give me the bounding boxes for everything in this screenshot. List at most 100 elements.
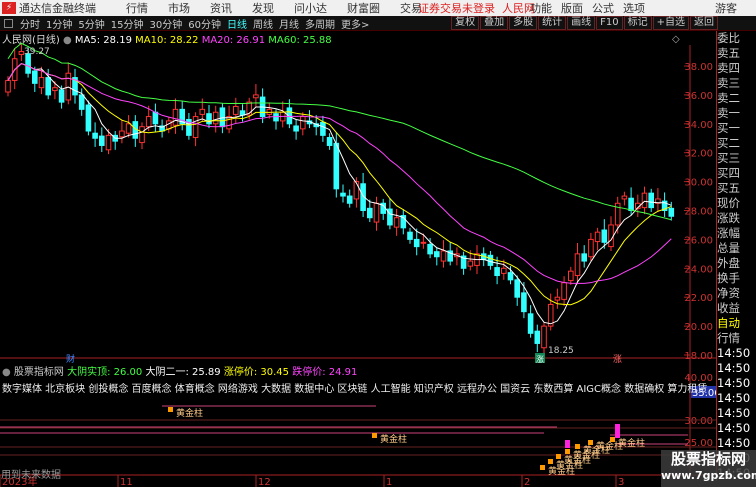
quote-label: 卖五: [717, 46, 740, 60]
marker-text: 涨: [536, 354, 544, 364]
candle: [152, 111, 159, 125]
candle: [507, 272, 514, 281]
candle: [554, 296, 561, 301]
candle: [581, 253, 588, 262]
candle: [588, 238, 594, 258]
candle: [434, 251, 440, 258]
y-tick-label: 34.00: [684, 120, 713, 131]
quote-label: 14:50: [717, 346, 751, 360]
candle: [58, 89, 65, 103]
gold-bar: [168, 407, 173, 412]
y-tick-label: 36.00: [684, 91, 713, 102]
candle: [253, 94, 259, 99]
y-tick-label: 26.00: [684, 235, 713, 246]
candle: [293, 125, 299, 132]
quote-panel: 委比 卖五 卖四 卖三 卖二 卖一 买一 买二 买三 买四 买五 现价 涨跌 涨幅 总量 外盘 换手 净资 收益 自动…: [716, 31, 756, 481]
quote-label: 14:50: [717, 361, 751, 375]
candle: [85, 104, 92, 132]
candle: [427, 243, 433, 255]
high-label: 39.27: [24, 47, 50, 57]
gold-bar: [575, 444, 580, 449]
diamond-icon[interactable]: ◇: [672, 34, 680, 45]
candle: [38, 77, 45, 89]
candle: [340, 192, 346, 197]
candle: [32, 70, 38, 84]
magenta-bar: [565, 440, 570, 448]
quote-label: 14:50: [717, 406, 751, 420]
limit-up-marker-red[interactable]: 涨: [613, 354, 622, 365]
gold-bar: [372, 433, 377, 438]
quote-label: 行情: [717, 331, 740, 345]
candle: [192, 116, 199, 139]
quote-label: 买五: [717, 181, 740, 195]
candle: [172, 108, 179, 126]
kline-chart[interactable]: 38.00 36.00 34.00 32.00 30.00 28.00 26.00 24.00…: [0, 0, 716, 487]
quote-label: 卖三: [717, 76, 740, 90]
ma10-line: [7, 63, 672, 306]
candle: [574, 253, 581, 277]
candle: [594, 231, 601, 243]
candle: [125, 123, 132, 134]
quote-label: 涨跌: [717, 211, 740, 225]
y-tick-label: 22.00: [684, 293, 713, 304]
y-tick-label: 32.00: [684, 149, 713, 160]
user-label[interactable]: 游客: [715, 0, 737, 16]
candle: [440, 250, 447, 262]
candle: [326, 137, 333, 146]
candle: [494, 267, 500, 277]
candle: [212, 111, 219, 125]
quote-label: 14:50: [717, 391, 751, 405]
candle: [119, 130, 125, 138]
gold-bar: [610, 437, 615, 442]
concept-blocks: 数字媒体 北京板块 创投概念 百度概念 体育概念 网络游戏 大数据 数据中心 区…: [2, 384, 708, 395]
candle: [487, 254, 494, 266]
low-label: 18.25: [548, 346, 574, 356]
gold-bar: [565, 449, 570, 454]
x-tick-label: 3: [618, 477, 624, 487]
candle: [393, 217, 400, 228]
candle: [561, 282, 567, 300]
gold-bar: [556, 454, 561, 459]
candle: [99, 135, 105, 146]
x-tick-label: 12: [258, 477, 271, 487]
candle: [501, 267, 507, 274]
magenta-bar: [615, 424, 620, 438]
candle: [367, 207, 373, 219]
candle: [413, 238, 420, 248]
candle: [300, 116, 306, 130]
gold-bar: [548, 459, 553, 464]
candle: [139, 126, 145, 144]
candle: [601, 229, 608, 243]
quote-label: 外盘: [717, 256, 740, 270]
quote-label: 卖一: [717, 106, 740, 120]
candle: [641, 192, 648, 209]
y-tick-label: 28.00: [684, 207, 713, 218]
quote-label: 换手: [717, 271, 740, 285]
quote-label: 买一: [717, 121, 740, 135]
candle: [105, 134, 112, 151]
y-tick-label: 18.00: [684, 351, 713, 362]
candle: [514, 279, 521, 298]
candle: [467, 260, 474, 267]
candle: [226, 116, 232, 130]
candle: [568, 270, 574, 282]
candle: [78, 94, 85, 110]
candle: [420, 241, 427, 244]
future-data-note: 用到未来数据: [1, 470, 61, 481]
candle: [648, 192, 655, 209]
quote-label: 买二: [717, 136, 740, 150]
y-tick-label: 38.00: [684, 62, 713, 73]
candle: [608, 224, 614, 248]
candle: [92, 132, 98, 139]
ma60-line: [7, 42, 672, 221]
gold-bar: [540, 465, 545, 470]
candle: [320, 121, 326, 136]
y-tick-label: 24.00: [684, 264, 713, 275]
x-tick-label: 11: [120, 477, 133, 487]
candle: [45, 77, 52, 96]
candle: [199, 108, 206, 115]
candle: [18, 51, 25, 55]
candle: [5, 79, 11, 93]
y-tick-label: 30.00: [684, 178, 713, 189]
x-tick-label: 2: [524, 477, 530, 487]
